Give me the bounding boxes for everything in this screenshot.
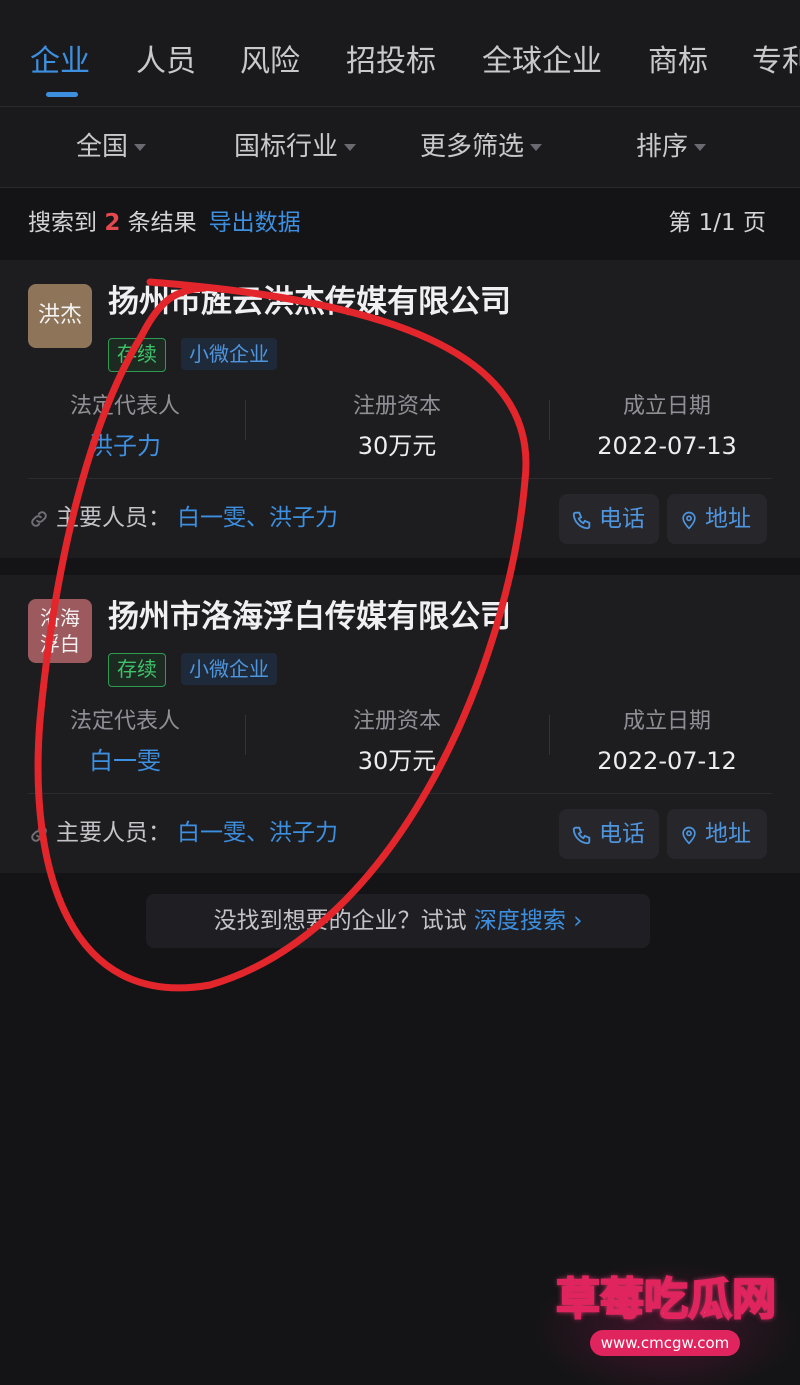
card-divider [28,793,772,794]
company-name[interactable]: 扬州市旌云洪杰传媒有限公司 [108,282,511,322]
address-button[interactable]: 地址 [667,809,767,859]
key-people-label: 主要人员： [56,820,171,846]
tab-global-company[interactable]: 全球企业 [482,44,602,80]
card-divider [28,478,772,479]
key-people-row: 主要人员： 白一雯、洪子力 [28,498,338,538]
key-people-row: 主要人员： 白一雯、洪子力 [28,813,338,853]
result-summary-bar: 搜索到 2 条结果 导出数据 第 1/1 页 [0,188,800,260]
result-count-text: 搜索到 2 条结果 导出数据 [28,208,301,238]
legal-rep-column: 法定代表人 洪子力 [0,392,250,462]
legal-rep-value[interactable]: 洪子力 [0,430,250,462]
capital-label: 注册资本 [352,709,441,734]
address-button[interactable]: 地址 [667,494,767,544]
column-divider [245,400,246,440]
watermark-title: 草莓吃瓜网 [555,1273,777,1326]
key-people-label: 主要人员： [56,505,171,531]
result-count: 2 [104,210,121,236]
address-label: 地址 [705,506,751,532]
founded-column: 成立日期 2022-07-13 [542,392,792,462]
capital-label: 注册资本 [352,394,441,419]
status-badge: 存续 [108,653,166,687]
result-prefix: 搜索到 [28,210,97,236]
page-indicator: 第 1/1 页 [668,210,766,236]
company-card[interactable]: 洛海浮白 扬州市洛海浮白传媒有限公司 存续 小微企业 法定代表人 白一雯 注册资… [0,575,800,873]
phone-button[interactable]: 电话 [559,809,659,859]
company-logo: 洪杰 [28,284,92,348]
tab-risk[interactable]: 风险 [240,44,300,80]
capital-value: 30万元 [357,432,437,460]
filter-sort-label: 排序 [636,132,689,162]
company-name[interactable]: 扬州市洛海浮白传媒有限公司 [108,597,511,637]
filter-industry[interactable]: 国标行业 [234,131,357,163]
founded-column: 成立日期 2022-07-12 [542,707,792,777]
deep-search-link[interactable]: 深度搜索 › [474,908,583,934]
phone-icon [572,826,591,844]
capital-value: 30万元 [357,747,437,775]
legal-rep-column: 法定代表人 白一雯 [0,707,250,777]
export-data-link[interactable]: 导出数据 [209,210,301,236]
location-pin-icon [682,826,696,845]
location-pin-icon [682,511,696,530]
address-label: 地址 [705,821,751,847]
filter-industry-label: 国标行业 [234,132,339,162]
active-tab-indicator [46,92,78,97]
filter-bar: 全国 国标行业 更多筛选 排序 [0,107,800,188]
legal-rep-label: 法定代表人 [69,394,180,419]
tab-person[interactable]: 人员 [136,44,196,80]
legal-rep-value[interactable]: 白一雯 [0,745,250,777]
result-suffix: 条结果 [127,210,197,236]
tab-trademark[interactable]: 商标 [648,44,708,80]
caret-down-icon [530,144,543,151]
founded-label: 成立日期 [622,394,711,419]
status-badge: 存续 [108,338,166,372]
company-type-badge: 小微企业 [181,338,277,370]
phone-button[interactable]: 电话 [559,494,659,544]
caret-down-icon [694,144,707,151]
tab-bidding[interactable]: 招投标 [346,44,436,80]
column-divider [245,715,246,755]
phone-label: 电话 [599,506,645,532]
caret-down-icon [134,144,147,151]
company-logo: 洛海浮白 [28,599,92,663]
founded-value: 2022-07-13 [597,432,737,460]
capital-column: 注册资本 30万元 [272,392,522,462]
watermark: 草莓吃瓜网 www.cmcgw.com [546,1272,786,1382]
filter-more[interactable]: 更多筛选 [420,131,543,163]
tab-company[interactable]: 企业 [30,44,90,80]
key-people-names[interactable]: 白一雯、洪子力 [177,505,338,531]
filter-more-label: 更多筛选 [420,132,525,162]
filter-region[interactable]: 全国 [76,131,147,163]
category-tabs: 企业 人员 风险 招投标 全球企业 商标 专利 [0,0,800,107]
filter-sort[interactable]: 排序 [636,131,707,163]
key-people-names[interactable]: 白一雯、洪子力 [177,820,338,846]
company-card[interactable]: 洪杰 扬州市旌云洪杰传媒有限公司 存续 小微企业 法定代表人 洪子力 注册资本 … [0,260,800,558]
founded-value: 2022-07-12 [597,747,737,775]
deep-search-prompt: 没找到想要的企业？试试 深度搜索 › [146,894,650,948]
link-icon [28,505,56,531]
capital-column: 注册资本 30万元 [272,707,522,777]
watermark-url: www.cmcgw.com [590,1330,740,1356]
legal-rep-label: 法定代表人 [69,709,180,734]
phone-label: 电话 [599,821,645,847]
tab-patent[interactable]: 专利 [752,44,800,80]
phone-icon [572,511,591,529]
deep-search-text: 没找到想要的企业？试试 [213,908,467,934]
company-type-badge: 小微企业 [181,653,277,685]
founded-label: 成立日期 [622,709,711,734]
link-icon [28,820,56,846]
filter-region-label: 全国 [76,132,129,162]
caret-down-icon [344,144,357,151]
